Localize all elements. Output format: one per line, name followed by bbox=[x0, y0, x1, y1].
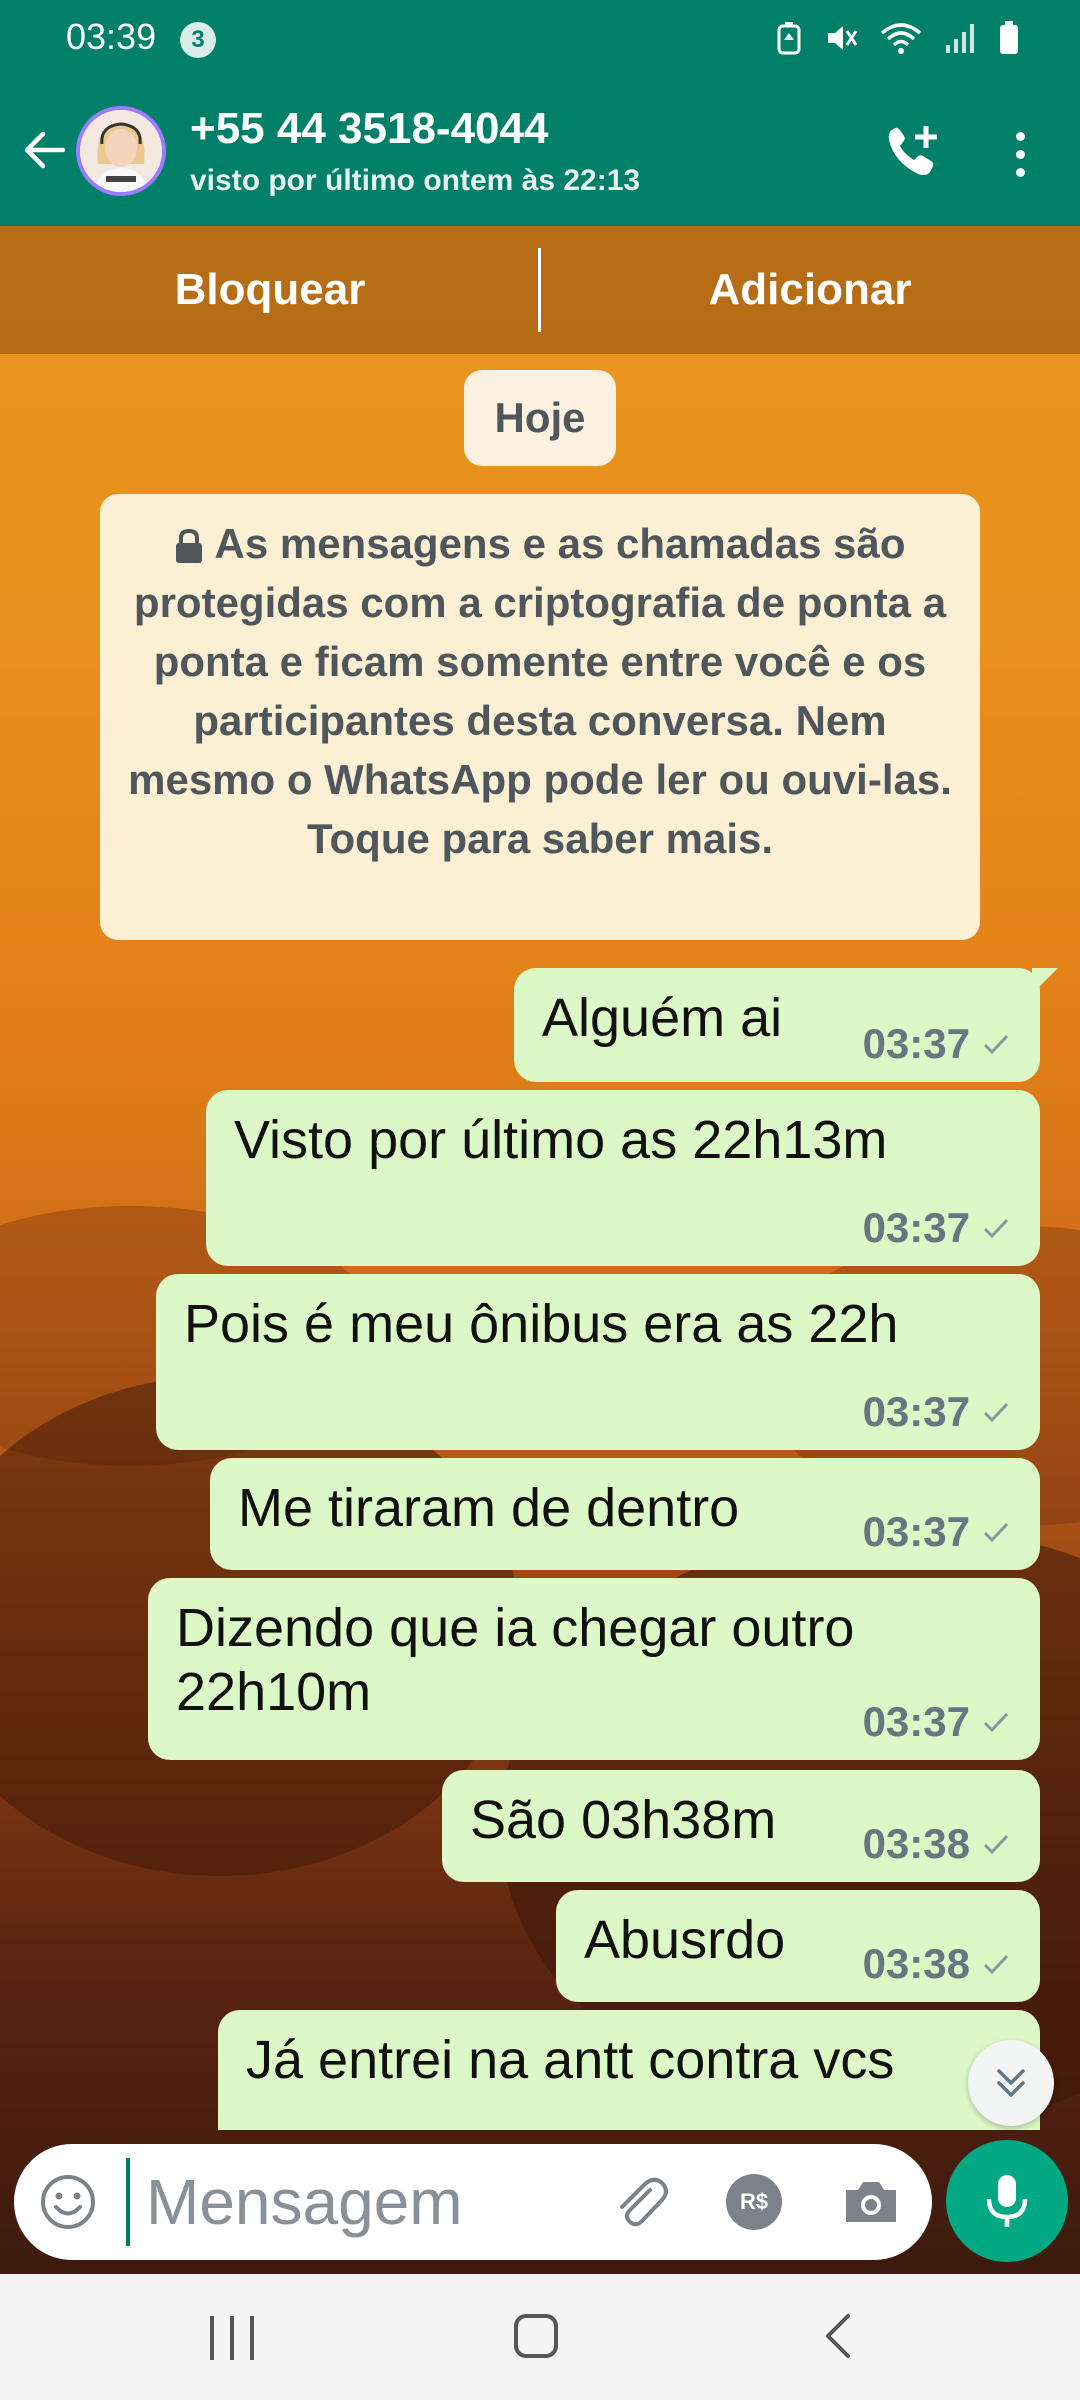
add-call-icon bbox=[888, 126, 937, 176]
camera-icon bbox=[846, 2182, 896, 2222]
check-icon bbox=[983, 1034, 1009, 1055]
unknown-contact-actions: Bloquear Adicionar bbox=[0, 226, 1080, 354]
message-text: Dizendo que ia chegar outro 22h10m bbox=[176, 1598, 855, 1722]
message-text: Me tiraram de dentro bbox=[238, 1478, 740, 1538]
date-separator: Hoje bbox=[464, 370, 616, 466]
encryption-notice[interactable]: As mensagens e as chamadas são protegida… bbox=[100, 494, 980, 940]
message-meta: 03:37 bbox=[863, 1508, 1010, 1556]
attach-button[interactable] bbox=[610, 2172, 670, 2232]
message-bubble[interactable]: Já entrei na antt contra vcs bbox=[218, 2010, 1040, 2130]
message-meta: 03:37 bbox=[863, 1204, 1010, 1252]
mute-icon bbox=[824, 21, 858, 60]
message-bubble[interactable]: Alguém ai 03:37 bbox=[514, 968, 1058, 1082]
status-time: 03:39 bbox=[66, 16, 157, 57]
message-text: Visto por último as 22h13m bbox=[234, 1110, 888, 1170]
scroll-to-bottom-button[interactable] bbox=[968, 2040, 1054, 2126]
message-time: 03:37 bbox=[862, 1204, 970, 1251]
home-button[interactable] bbox=[514, 2314, 558, 2358]
check-icon bbox=[983, 1954, 1009, 1975]
message-bubble[interactable]: São 03h38m 03:38 bbox=[442, 1770, 1040, 1882]
message-time: 03:37 bbox=[862, 1020, 970, 1067]
message-text: São 03h38m bbox=[470, 1790, 777, 1850]
check-icon bbox=[983, 1218, 1009, 1239]
emoji-icon bbox=[41, 2175, 95, 2229]
payment-button[interactable]: R$ bbox=[726, 2174, 782, 2230]
camera-button[interactable] bbox=[840, 2172, 902, 2232]
encryption-text: As mensagens e as chamadas são protegida… bbox=[128, 520, 952, 862]
back-button[interactable] bbox=[18, 120, 72, 180]
message-time: 03:37 bbox=[862, 1508, 970, 1555]
add-contact-button[interactable]: Adicionar bbox=[540, 226, 1080, 354]
check-icon bbox=[983, 1834, 1009, 1855]
contact-last-seen: visto por último ontem às 22:13 bbox=[190, 164, 641, 197]
message-meta: 03:38 bbox=[863, 1940, 1010, 1988]
block-button[interactable]: Bloquear bbox=[0, 226, 540, 354]
message-bubble[interactable]: Abusrdo 03:38 bbox=[556, 1890, 1040, 2002]
lock-icon bbox=[176, 528, 203, 563]
battery-saver-icon bbox=[776, 21, 802, 60]
bubble-tail bbox=[1032, 968, 1058, 994]
message-text: Alguém ai bbox=[542, 988, 783, 1048]
system-nav-bar bbox=[0, 2274, 1080, 2400]
wifi-icon bbox=[880, 21, 922, 60]
more-vert-icon bbox=[1015, 131, 1025, 141]
message-meta: 03:37 bbox=[863, 1698, 1010, 1746]
payment-icon: R$ bbox=[739, 2189, 769, 2214]
message-input[interactable] bbox=[126, 2158, 576, 2246]
message-bubble[interactable]: Me tiraram de dentro 03:37 bbox=[210, 1458, 1040, 1570]
system-back-button[interactable] bbox=[818, 2310, 858, 2362]
check-icon bbox=[983, 1402, 1009, 1423]
message-text: Já entrei na antt contra vcs bbox=[246, 2030, 895, 2090]
check-icon bbox=[983, 1712, 1009, 1733]
message-bubble[interactable]: Visto por último as 22h13m 03:37 bbox=[206, 1090, 1040, 1266]
signal-icon bbox=[944, 21, 976, 60]
mic-icon bbox=[986, 2175, 1028, 2227]
chevron-double-down-icon bbox=[997, 2069, 1025, 2097]
notification-count-badge: 3 bbox=[180, 22, 216, 58]
voice-message-button[interactable] bbox=[946, 2140, 1068, 2262]
more-options-button[interactable] bbox=[1000, 122, 1040, 186]
add-call-button[interactable] bbox=[880, 120, 944, 184]
message-meta: 03:38 bbox=[863, 1820, 1010, 1868]
message-text: Pois é meu ônibus era as 22h bbox=[184, 1294, 899, 1354]
attach-icon bbox=[620, 2177, 668, 2227]
message-meta: 03:37 bbox=[863, 1388, 1010, 1436]
message-time: 03:38 bbox=[862, 1940, 970, 1987]
message-bubble[interactable]: Dizendo que ia chegar outro 22h10m 03:37 bbox=[148, 1578, 1040, 1760]
battery-icon bbox=[998, 20, 1020, 61]
message-bubble[interactable]: Pois é meu ônibus era as 22h 03:37 bbox=[156, 1274, 1040, 1450]
chat-header: +55 44 3518-4044 visto por último ontem … bbox=[0, 78, 1080, 226]
message-meta: 03:37 bbox=[863, 1020, 1010, 1068]
recents-button[interactable] bbox=[210, 2316, 254, 2360]
message-time: 03:37 bbox=[862, 1698, 970, 1745]
check-icon bbox=[983, 1522, 1009, 1543]
back-arrow-icon bbox=[24, 131, 66, 169]
message-time: 03:37 bbox=[862, 1388, 970, 1435]
contact-avatar[interactable] bbox=[76, 106, 166, 196]
status-bar: 03:39 3 bbox=[0, 0, 1080, 78]
contact-name[interactable]: +55 44 3518-4044 bbox=[190, 104, 548, 154]
message-composer: R$ bbox=[14, 2144, 932, 2260]
emoji-button[interactable] bbox=[38, 2172, 98, 2232]
message-text: Abusrdo bbox=[584, 1910, 786, 1970]
status-icons bbox=[776, 20, 1020, 61]
message-time: 03:38 bbox=[862, 1820, 970, 1867]
back-chevron-icon bbox=[826, 2314, 850, 2358]
